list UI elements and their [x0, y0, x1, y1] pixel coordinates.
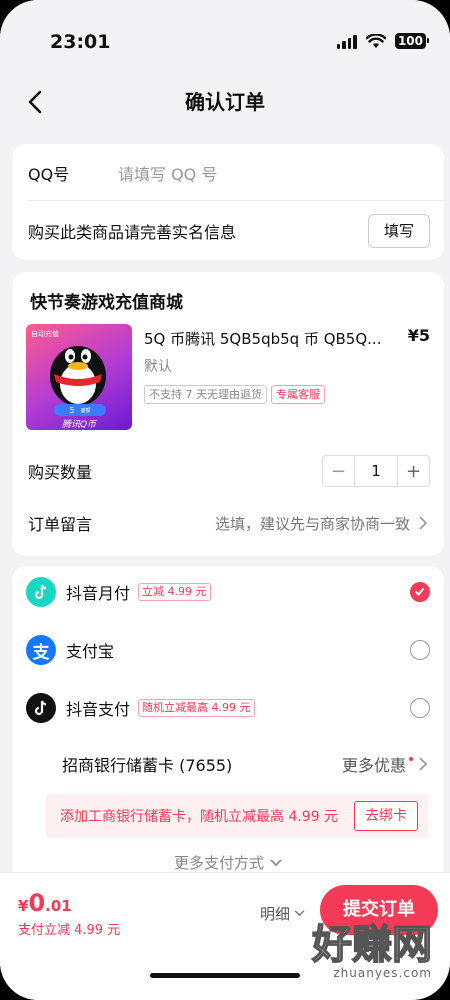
image-caption: 腾讯Q币 [61, 420, 97, 430]
bottom-bar: ¥0.01 支付立减 4.99 元 明细 提交订单 好赚网 zhuanyes.c… [0, 872, 450, 1000]
note-input[interactable]: 选填，建议先与商家协商一致 [215, 513, 410, 534]
fill-button[interactable]: 填写 [368, 214, 430, 248]
plus-button[interactable]: + [397, 456, 429, 486]
pay-douyin[interactable]: 抖音支付 随机立减最高 4.99 元 [26, 688, 430, 728]
douyin-icon [26, 577, 56, 607]
signal-icon [336, 34, 357, 49]
chevron-right-icon [419, 757, 428, 771]
product-variant: 默认 [144, 359, 172, 375]
pay-method-tag: 随机立减最高 4.99 元 [138, 699, 255, 717]
price-decimal: .01 [45, 897, 72, 915]
note-label: 订单留言 [28, 515, 93, 534]
battery-icon: 100 [394, 33, 430, 49]
chevron-right-icon [419, 516, 428, 530]
product-tags: 不支持 7 天无理由退货 专属客服 [144, 383, 329, 404]
bank-card-row[interactable]: 招商银行储蓄卡 (7655) 更多优惠 [62, 750, 428, 778]
radio-button[interactable] [410, 698, 430, 718]
bind-card-button[interactable]: 去绑卡 [354, 801, 418, 831]
product-price: ¥5 [407, 326, 430, 345]
details-label: 明细 [260, 905, 291, 923]
badge-dot [409, 757, 413, 761]
bank-card-name: 招商银行储蓄卡 (7655) [62, 756, 233, 775]
watermark-url: zhuanyes.com [333, 966, 432, 980]
promo-text: 添加工商银行储蓄卡，随机立减最高 4.99 元 [60, 809, 339, 825]
payment-card: 抖音月付 立减 4.99 元 支 支付宝 抖音支付 随机立减最高 4.99 元 … [12, 566, 444, 886]
note-row[interactable]: 订单留言 选填，建议先与商家协商一致 [28, 510, 428, 536]
radio-button[interactable] [410, 640, 430, 660]
chevron-down-icon [294, 910, 305, 917]
more-discounts-link[interactable]: 更多优惠 [342, 752, 406, 776]
page-title: 确认订单 [185, 90, 265, 114]
pay-alipay[interactable]: 支 支付宝 [26, 630, 430, 670]
status-bar: 23:01 100 [0, 0, 450, 82]
no-return-tag: 不支持 7 天无理由退货 [144, 385, 267, 404]
product-title[interactable]: 5Q 币腾讯 5QB5qb5q 币 QB5Q... [144, 328, 394, 349]
penguin-icon [50, 346, 106, 406]
watermark: 好赚网 zhuanyes.com [311, 922, 433, 980]
quantity-label: 购买数量 [28, 463, 93, 482]
douyin-icon [26, 693, 56, 723]
price-integer: 0 [28, 889, 46, 917]
amount-pill: 5 面额 [54, 404, 106, 416]
chevron-down-icon [270, 858, 282, 866]
minus-button[interactable]: − [323, 456, 355, 486]
discount-text: 支付立减 4.99 元 [18, 923, 121, 938]
product-image[interactable]: 自动充值 5 面额 腾讯Q币 [26, 324, 132, 430]
store-name: 快节奏游戏充值商城 [30, 293, 183, 313]
promo-banner: 添加工商银行储蓄卡，随机立减最高 4.99 元 去绑卡 [46, 794, 428, 838]
realname-text: 购买此类商品请完善实名信息 [28, 223, 237, 242]
qq-input[interactable]: 请填写 QQ 号 [118, 161, 217, 185]
qq-label: QQ号 [28, 165, 70, 184]
pay-method-name: 抖音支付 [66, 700, 131, 719]
account-card: QQ号 请填写 QQ 号 购买此类商品请完善实名信息 填写 [12, 144, 444, 260]
more-methods-label: 更多支付方式 [173, 854, 264, 872]
watermark-logo: 好赚网 [311, 922, 433, 968]
total-price: ¥0.01 [18, 889, 72, 917]
details-button[interactable]: 明细 [260, 903, 305, 924]
alipay-icon: 支 [26, 635, 56, 665]
status-icons: 100 [336, 33, 430, 49]
store-card: 快节奏游戏充值商城 自动充值 5 面额 腾讯Q币 5Q 币腾讯 5QB5qb5q… [12, 272, 444, 556]
pay-douyin-monthly[interactable]: 抖音月付 立减 4.99 元 [26, 572, 430, 612]
quantity-stepper: − 1 + [322, 455, 430, 487]
quantity-value[interactable]: 1 [355, 456, 397, 486]
divider [28, 200, 444, 201]
qq-row: QQ号 请填写 QQ 号 [28, 160, 428, 186]
currency-symbol: ¥ [18, 897, 29, 915]
check-icon[interactable] [410, 582, 430, 602]
more-methods-row[interactable]: 更多支付方式 [12, 852, 444, 873]
pay-method-tag: 立减 4.99 元 [138, 583, 211, 601]
service-tag[interactable]: 专属客服 [271, 385, 325, 404]
image-amount: 5 [69, 405, 75, 415]
wifi-icon [365, 33, 386, 48]
screen: 23:01 100 确认订单 QQ号 请填写 QQ 号 购买此类商品请完善实名信… [0, 0, 450, 1000]
pay-method-name: 支付宝 [66, 642, 115, 661]
pay-method-name: 抖音月付 [66, 584, 131, 603]
home-indicator [150, 973, 300, 978]
nav-bar: 确认订单 [0, 82, 450, 124]
image-unit: 面额 [80, 407, 91, 414]
status-time: 23:01 [50, 31, 111, 53]
